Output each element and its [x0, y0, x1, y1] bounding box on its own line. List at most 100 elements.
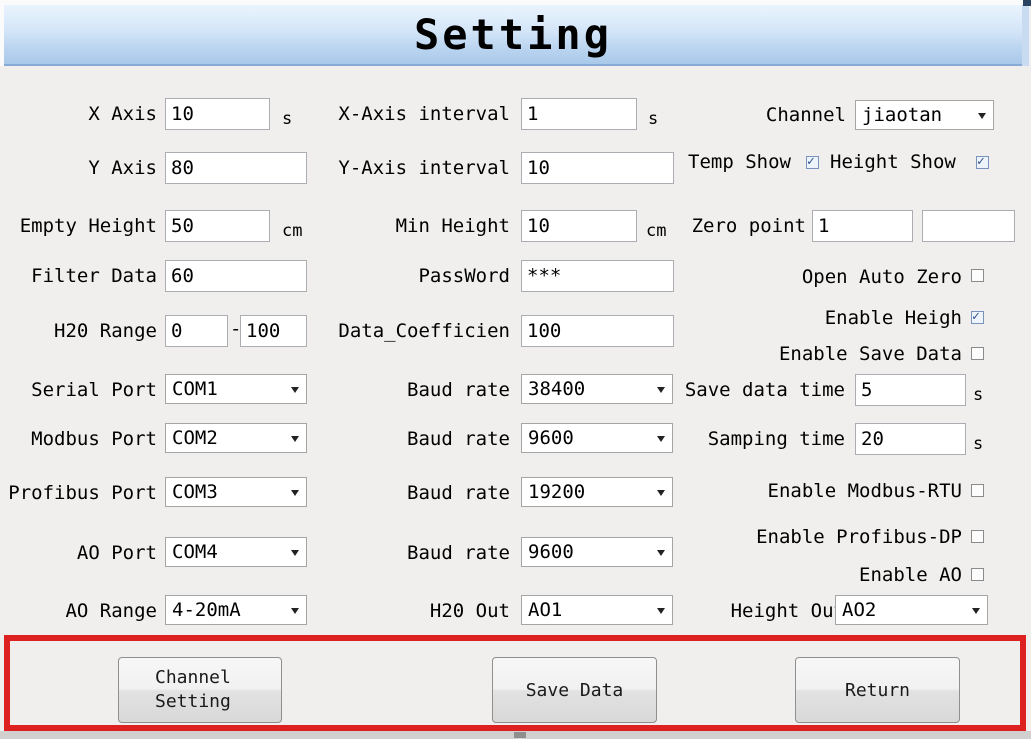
x-axis-unit: s — [282, 109, 292, 129]
ao-range-select[interactable]: 4-20mA — [165, 595, 307, 625]
height-out-label: Height Out — [660, 600, 845, 622]
chevron-down-icon — [291, 387, 299, 393]
zero-point-input[interactable] — [812, 210, 913, 242]
x-axis-input[interactable] — [165, 98, 270, 130]
temp-show-label: Temp Show — [688, 151, 791, 173]
chevron-down-icon — [972, 608, 980, 614]
min-height-label: Min Height — [330, 215, 510, 237]
h2o-range-max-input[interactable] — [240, 315, 307, 347]
channel-select[interactable]: jiaotan — [855, 100, 994, 130]
open-auto-zero-label: Open Auto Zero — [700, 266, 962, 288]
baud-rate-ao-select-value: 9600 — [528, 541, 574, 563]
x-interval-unit: s — [648, 109, 658, 129]
chevron-down-icon — [291, 490, 299, 496]
chevron-down-icon — [657, 490, 665, 496]
page-title: Setting — [414, 10, 612, 59]
save-data-time-input[interactable] — [855, 374, 966, 406]
save-data-button-label: Save Data — [493, 680, 656, 701]
empty-height-unit: cm — [282, 221, 302, 241]
y-axis-input[interactable] — [165, 152, 307, 184]
samping-time-label: Samping time — [660, 428, 845, 450]
y-interval-input[interactable] — [521, 152, 674, 184]
zero-point-label: Zero point — [666, 215, 806, 237]
profibus-port-label: Profibus Port — [0, 482, 157, 504]
open-auto-zero-checkbox[interactable] — [971, 269, 984, 282]
ao-port-select-value: COM4 — [172, 541, 218, 563]
baud-rate-profibus-label: Baud rate — [330, 482, 510, 504]
h2o-range-min-input[interactable] — [165, 315, 228, 347]
h2o-out-select[interactable]: AO1 — [521, 595, 673, 625]
empty-height-input[interactable] — [165, 210, 270, 242]
save-data-time-unit: s — [973, 385, 983, 405]
empty-height-label: Empty Height — [0, 215, 157, 237]
baud-rate-profibus-select[interactable]: 19200 — [521, 477, 673, 507]
enable-save-data-checkbox[interactable] — [971, 347, 984, 360]
enable-modbus-rtu-label: Enable Modbus-RTU — [700, 480, 962, 502]
title-bar: Setting — [4, 5, 1022, 66]
samping-time-unit: s — [973, 434, 983, 454]
baud-rate-modbus-select[interactable]: 9600 — [521, 423, 673, 453]
baud-rate-modbus-label: Baud rate — [330, 428, 510, 450]
serial-port-label: Serial Port — [0, 379, 157, 401]
height-out-select[interactable]: AO2 — [835, 595, 988, 625]
enable-modbus-rtu-checkbox[interactable] — [971, 484, 984, 497]
profibus-port-select-value: COM3 — [172, 481, 218, 503]
x-interval-label: X-Axis interval — [330, 103, 510, 125]
save-data-time-label: Save data time — [660, 379, 845, 401]
filter-data-label: Filter Data — [0, 265, 157, 287]
chevron-down-icon — [291, 436, 299, 442]
chevron-down-icon — [978, 113, 986, 119]
samping-time-input[interactable] — [855, 423, 966, 455]
save-data-button[interactable]: Save Data — [492, 657, 657, 723]
height-out-select-value: AO2 — [842, 599, 876, 621]
baud-rate-serial-label: Baud rate — [330, 379, 510, 401]
x-axis-label: X Axis — [0, 103, 157, 125]
temp-show-checkbox[interactable] — [806, 156, 819, 169]
enable-ao-label: Enable AO — [700, 564, 962, 586]
filter-data-input[interactable] — [165, 260, 307, 292]
h2o-out-label: H20 Out — [330, 600, 510, 622]
chevron-down-icon — [291, 608, 299, 614]
password-input[interactable] — [521, 260, 674, 292]
channel-select-value: jiaotan — [862, 104, 942, 126]
serial-port-select-value: COM1 — [172, 378, 218, 400]
resize-grip[interactable] — [514, 732, 526, 738]
ao-range-label: AO Range — [0, 600, 157, 622]
h2o-out-select-value: AO1 — [528, 599, 562, 621]
baud-rate-modbus-select-value: 9600 — [528, 427, 574, 449]
data-coefficient-label: Data_Coefficien — [330, 320, 510, 342]
channel-label: Channel — [730, 104, 846, 126]
ao-port-label: AO Port — [0, 542, 157, 564]
baud-rate-profibus-select-value: 19200 — [528, 481, 585, 503]
channel-setting-button[interactable]: Channel Setting — [118, 657, 282, 723]
min-height-input[interactable] — [521, 210, 637, 242]
right-scrollbar-strip[interactable] — [1022, 5, 1029, 66]
channel-setting-button-label: Channel Setting — [155, 666, 245, 714]
setting-window: Setting X Axis s X-Axis interval s Chann… — [0, 0, 1031, 739]
profibus-port-select[interactable]: COM3 — [165, 477, 307, 507]
enable-save-data-label: Enable Save Data — [700, 343, 962, 365]
height-show-label: Height Show — [830, 151, 956, 173]
data-coefficient-input[interactable] — [521, 315, 674, 347]
y-interval-label: Y-Axis interval — [330, 157, 510, 179]
baud-rate-serial-select-value: 38400 — [528, 378, 585, 400]
baud-rate-ao-select[interactable]: 9600 — [521, 537, 673, 567]
modbus-port-label: Modbus Port — [0, 428, 157, 450]
modbus-port-select[interactable]: COM2 — [165, 423, 307, 453]
zero-point-input-2[interactable] — [922, 210, 1015, 242]
ao-port-select[interactable]: COM4 — [165, 537, 307, 567]
min-height-unit: cm — [646, 221, 666, 241]
enable-ao-checkbox[interactable] — [971, 568, 984, 581]
return-button[interactable]: Return — [795, 657, 960, 723]
enable-profibus-dp-label: Enable Profibus-DP — [700, 526, 962, 548]
serial-port-select[interactable]: COM1 — [165, 374, 307, 404]
window-corner-mark — [1023, 0, 1031, 6]
baud-rate-serial-select[interactable]: 38400 — [521, 374, 673, 404]
height-show-checkbox[interactable] — [976, 156, 989, 169]
modbus-port-select-value: COM2 — [172, 427, 218, 449]
x-interval-input[interactable] — [521, 98, 637, 130]
enable-profibus-dp-checkbox[interactable] — [971, 530, 984, 543]
enable-heigh-checkbox[interactable] — [971, 311, 984, 324]
y-axis-label: Y Axis — [0, 157, 157, 179]
password-label: PassWord — [330, 265, 510, 287]
